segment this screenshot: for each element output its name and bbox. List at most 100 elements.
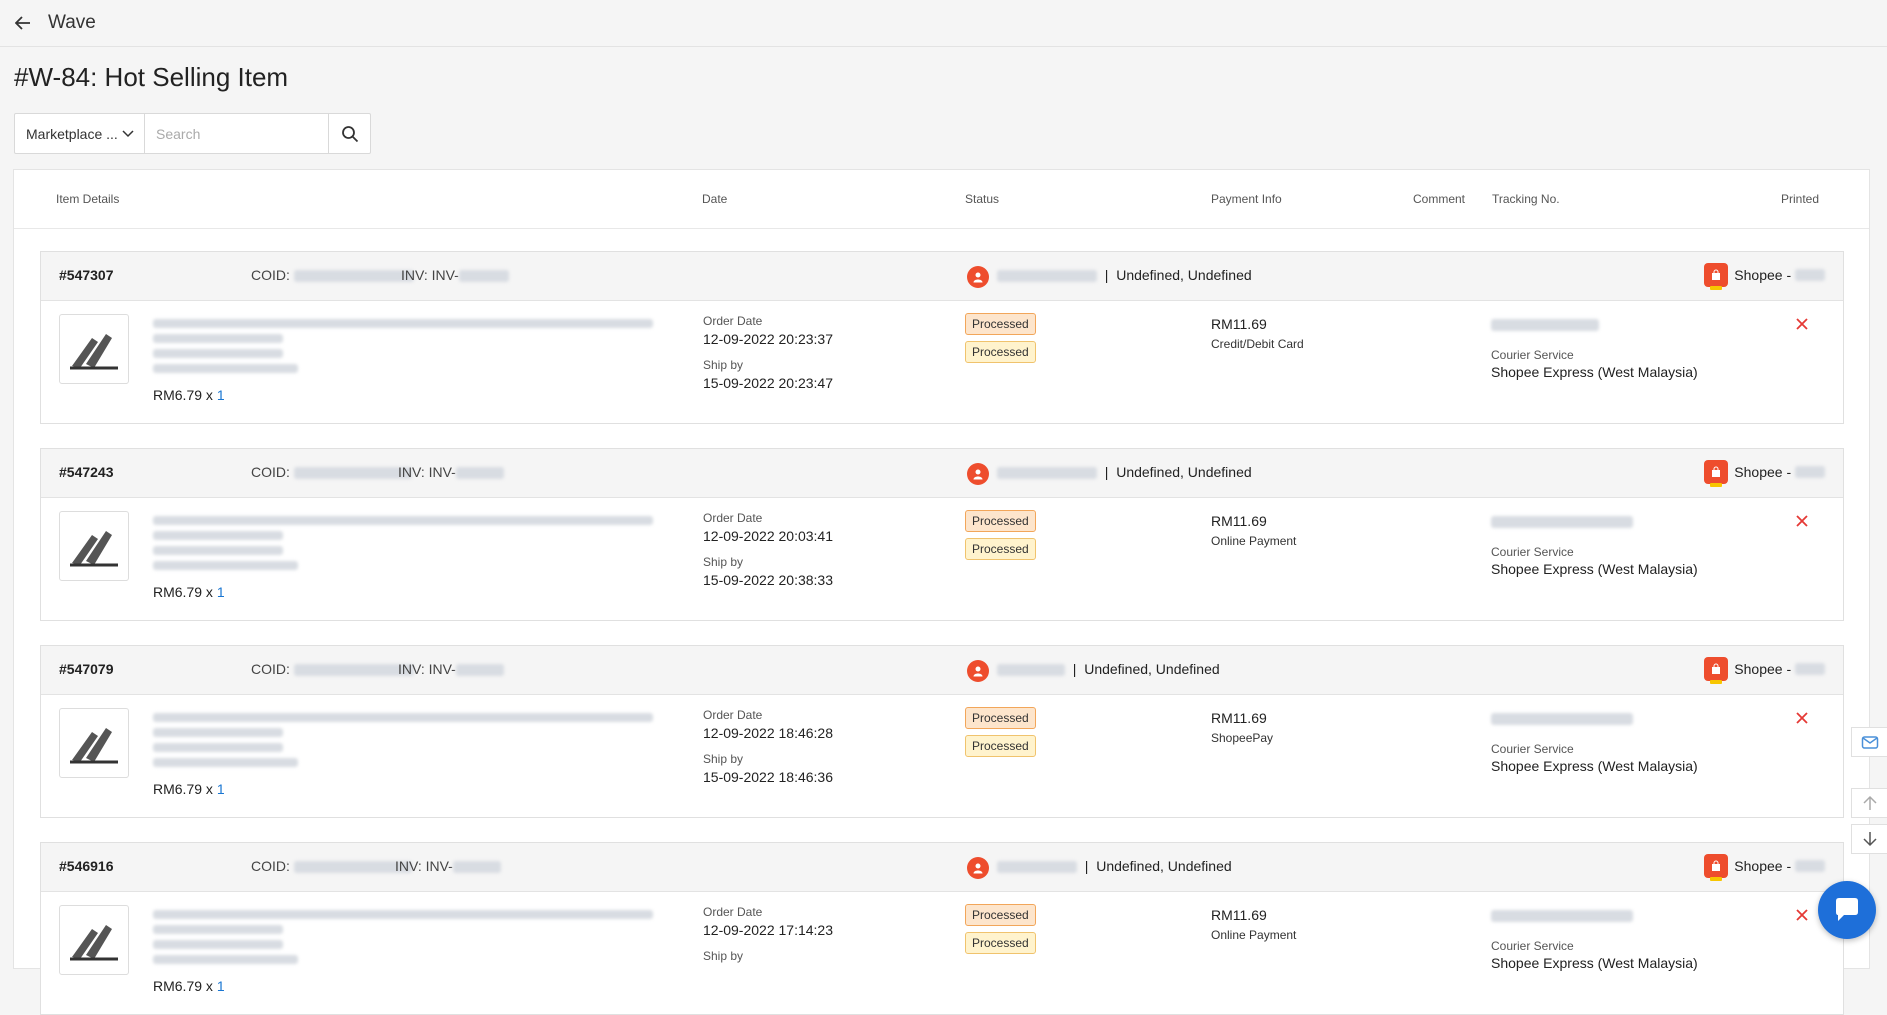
coid-label: COID:: [251, 858, 290, 874]
coid: COID:: [251, 464, 412, 480]
customer-location: Undefined, Undefined: [1116, 464, 1252, 480]
app-title: Wave: [48, 12, 96, 33]
status-badge: Processed: [965, 510, 1036, 532]
scroll-down-button[interactable]: [1851, 824, 1887, 854]
inv-label: INV:: [398, 661, 425, 677]
order-date-label: Order Date: [703, 905, 763, 919]
customer-avatar: [967, 857, 989, 879]
payment-info: RM11.69 Credit/Debit Card: [1211, 316, 1304, 351]
arrow-down-icon: [1862, 832, 1877, 847]
status-badge: Processed: [965, 932, 1036, 954]
payment-amount: RM11.69: [1211, 513, 1267, 529]
quantity: 1: [216, 781, 225, 797]
order-status: Processed Processed: [965, 904, 1036, 960]
shop-name: Shopee -: [1734, 267, 1792, 283]
user-icon: [973, 469, 983, 480]
top-bar: Wave: [0, 0, 1887, 47]
product-image[interactable]: [59, 905, 129, 975]
search-button[interactable]: [329, 113, 371, 154]
close-icon: [1796, 318, 1808, 330]
order-id[interactable]: #547243: [59, 464, 114, 480]
unit-price: RM6.79 x: [153, 978, 213, 994]
courier-label: Courier Service: [1491, 939, 1574, 953]
not-printed-button[interactable]: [1793, 315, 1811, 333]
customer-avatar: [967, 266, 989, 288]
tracking-info: Courier Service Shopee Express (West Mal…: [1491, 316, 1698, 380]
shop-info: Shopee -: [1704, 263, 1825, 290]
order-id[interactable]: #547307: [59, 267, 114, 283]
column-date: Date: [702, 192, 728, 206]
customer-avatar: [967, 463, 989, 485]
invoice: INV: INV-: [398, 661, 504, 677]
inv-prefix: INV-: [425, 858, 453, 874]
user-icon: [973, 863, 983, 874]
back-button[interactable]: [14, 14, 32, 32]
item-price: RM6.79 x 1: [153, 584, 225, 600]
tracking-info: Courier Service Shopee Express (West Mal…: [1491, 710, 1698, 774]
user-icon: [973, 666, 983, 677]
status-badge: Processed: [965, 538, 1036, 560]
coid-label: COID:: [251, 661, 290, 677]
ship-by-date: 15-09-2022 20:38:33: [703, 572, 833, 588]
order-date-label: Order Date: [703, 314, 763, 328]
product-details: [153, 713, 653, 773]
order-id[interactable]: #547079: [59, 661, 114, 677]
invoice: INV: INV-: [401, 267, 509, 283]
product-image[interactable]: [59, 314, 129, 384]
coid-label: COID:: [251, 267, 290, 283]
order-dates: Order Date 12-09-2022 20:03:41 Ship by 1…: [703, 511, 833, 599]
item-price: RM6.79 x 1: [153, 781, 225, 797]
not-printed-button[interactable]: [1793, 512, 1811, 530]
shopee-bag-icon: [1704, 263, 1729, 290]
inv-prefix: INV-: [431, 267, 459, 283]
order-header: #547307 COID: INV: INV- | Undefined, Und…: [41, 252, 1843, 301]
search-icon: [341, 125, 358, 142]
order-body: RM6.79 x 1 Order Date 12-09-2022 20:23:3…: [41, 301, 1843, 423]
order-header: #547079 COID: INV: INV- | Undefined, Und…: [41, 646, 1843, 695]
laptop-stand-image: [70, 925, 118, 961]
column-printed: Printed: [1781, 192, 1820, 206]
courier-label: Courier Service: [1491, 545, 1574, 559]
inv-prefix: INV-: [428, 661, 456, 677]
mail-icon: [1861, 736, 1878, 749]
mail-button[interactable]: [1851, 727, 1887, 757]
marketplace-select[interactable]: Marketplace ...: [14, 113, 145, 154]
order-body: RM6.79 x 1 Order Date 12-09-2022 18:46:2…: [41, 695, 1843, 817]
order-id[interactable]: #546916: [59, 858, 114, 874]
unit-price: RM6.79 x: [153, 584, 213, 600]
chevron-down-icon: [122, 129, 134, 137]
item-price: RM6.79 x 1: [153, 978, 225, 994]
payment-method: Credit/Debit Card: [1211, 337, 1304, 351]
product-image[interactable]: [59, 511, 129, 581]
payment-method: ShopeePay: [1211, 731, 1274, 745]
not-printed-button[interactable]: [1793, 906, 1811, 924]
product-image[interactable]: [59, 708, 129, 778]
status-badge: Processed: [965, 313, 1036, 335]
quantity: 1: [216, 978, 225, 994]
item-price: RM6.79 x 1: [153, 387, 225, 403]
user-icon: [973, 272, 983, 283]
payment-amount: RM11.69: [1211, 316, 1267, 332]
close-icon: [1796, 909, 1808, 921]
order-dates: Order Date 12-09-2022 17:14:23 Ship by: [703, 905, 833, 974]
inv-prefix: INV-: [428, 464, 456, 480]
column-comment: Comment: [1413, 192, 1466, 206]
close-icon: [1796, 515, 1808, 527]
order-date: 12-09-2022 20:03:41: [703, 528, 833, 544]
not-printed-button[interactable]: [1793, 709, 1811, 727]
chat-icon: [1836, 898, 1858, 921]
laptop-stand-image: [70, 334, 118, 370]
scroll-up-button[interactable]: [1851, 788, 1887, 818]
status-badge: Processed: [965, 707, 1036, 729]
customer: | Undefined, Undefined: [997, 267, 1252, 283]
table-header: Item Details Date Status Payment Info Co…: [14, 170, 1869, 229]
search-input[interactable]: [145, 113, 329, 154]
ship-by-label: Ship by: [703, 949, 744, 963]
chat-button[interactable]: [1818, 881, 1876, 939]
courier-service: Shopee Express (West Malaysia): [1491, 561, 1698, 577]
page-title: #W-84: Hot Selling Item: [14, 62, 289, 92]
product-details: [153, 910, 653, 970]
close-icon: [1796, 712, 1808, 724]
order-status: Processed Processed: [965, 510, 1036, 566]
order-header: #547243 COID: INV: INV- | Undefined, Und…: [41, 449, 1843, 498]
